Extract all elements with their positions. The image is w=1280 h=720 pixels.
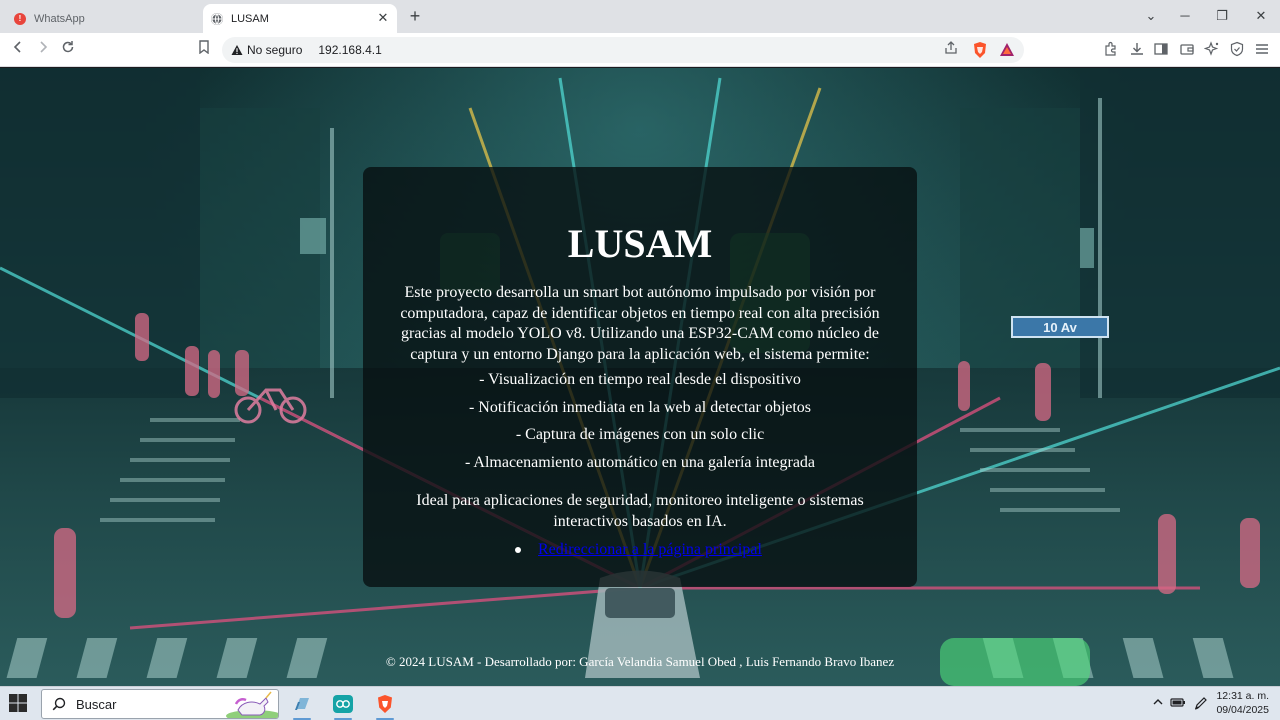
minimize-button[interactable]: ─ <box>1175 6 1195 26</box>
unicorn-highlight-icon <box>226 691 278 718</box>
feature-item: - Captura de imágenes con un solo clic <box>515 426 765 443</box>
page-viewport: 10 Av LUSAM Este proyecto desarrolla un … <box>0 68 1280 686</box>
tab-whatsapp[interactable]: ! WhatsApp <box>8 4 200 33</box>
bookmark-icon[interactable] <box>194 40 214 60</box>
link-list-item: Redireccionar a la página principal <box>515 540 762 560</box>
system-clock[interactable]: 12:31 a. m. 09/04/2025 <box>1216 689 1269 717</box>
tab-strip: ! WhatsApp LUSAM ✕ + ⌄ ─ ❐ ✕ <box>0 0 1280 33</box>
windows-start-icon[interactable] <box>8 693 30 715</box>
street-sign-label: 10 Av <box>1043 320 1077 335</box>
arduino-icon <box>333 695 353 713</box>
battery-icon[interactable] <box>1170 696 1186 712</box>
leo-ai-icon[interactable] <box>1203 41 1221 59</box>
new-tab-button[interactable]: + <box>406 6 424 26</box>
taskbar-app-brave[interactable] <box>368 690 402 720</box>
close-tab-icon[interactable]: ✕ <box>375 10 391 26</box>
globe-icon <box>211 12 223 25</box>
taskbar-search-input[interactable]: Buscar <box>41 689 279 719</box>
bullet-icon <box>515 547 521 553</box>
brave-shields-icon[interactable] <box>972 41 988 59</box>
feature-item: - Notificación inmediata en la web al de… <box>468 399 812 416</box>
close-window-button[interactable]: ✕ <box>1251 6 1271 26</box>
app-window-icon <box>295 698 309 710</box>
forward-button[interactable] <box>33 40 53 60</box>
maximize-button[interactable]: ❐ <box>1212 6 1232 26</box>
brave-browser-icon <box>378 695 392 713</box>
security-label[interactable]: No seguro <box>247 43 302 57</box>
tab-title: WhatsApp <box>34 12 85 25</box>
page-title: LUSAM <box>567 221 713 266</box>
url-text[interactable]: 192.168.4.1 <box>318 43 381 57</box>
feature-item: - Almacenamiento automático en una galer… <box>464 454 816 471</box>
clock-time: 12:31 a. m. <box>1216 690 1269 702</box>
sidebar-icon[interactable] <box>1152 41 1170 59</box>
pen-icon[interactable] <box>1193 696 1209 712</box>
chevron-up-icon[interactable] <box>1150 696 1166 712</box>
extensions-icon[interactable] <box>1102 41 1120 59</box>
menu-icon[interactable] <box>1253 41 1271 59</box>
whatsapp-alert-icon: ! <box>14 12 26 25</box>
home-redirect-link[interactable]: Redireccionar a la página principal <box>538 540 762 560</box>
browser-toolbar: No seguro 192.168.4.1 <box>0 33 1280 67</box>
intro-card: LUSAM Este proyecto desarrolla un smart … <box>363 167 917 587</box>
feature-item: - Visualización en tiempo real desde el … <box>479 371 801 388</box>
taskbar-app-files[interactable] <box>285 690 319 720</box>
search-icon <box>52 697 66 711</box>
wallet-icon[interactable] <box>1178 41 1196 59</box>
taskbar-app-arduino[interactable] <box>326 690 360 720</box>
tab-search-icon[interactable]: ⌄ <box>1141 6 1161 26</box>
tab-lusam[interactable]: LUSAM ✕ <box>203 4 397 33</box>
closing-paragraph: Ideal para aplicaciones de seguridad, mo… <box>416 492 864 530</box>
clock-date: 09/04/2025 <box>1216 704 1269 716</box>
intro-paragraph: Este proyecto desarrolla un smart bot au… <box>400 284 880 363</box>
address-bar[interactable]: No seguro 192.168.4.1 <box>222 37 1024 63</box>
reload-button[interactable] <box>58 40 78 60</box>
brave-rewards-icon[interactable] <box>999 42 1015 58</box>
vpn-shield-icon[interactable] <box>1228 41 1246 59</box>
taskbar: Buscar 12:31 a. m. 09/04/2025 <box>0 686 1280 720</box>
share-icon[interactable] <box>942 41 960 59</box>
search-placeholder: Buscar <box>76 696 117 712</box>
back-button[interactable] <box>8 40 28 60</box>
not-secure-warning-icon[interactable] <box>231 44 243 56</box>
download-icon[interactable] <box>1128 41 1146 59</box>
tab-title: LUSAM <box>231 12 269 25</box>
page-footer: © 2024 LUSAM - Desarrollado por: García … <box>385 654 895 669</box>
